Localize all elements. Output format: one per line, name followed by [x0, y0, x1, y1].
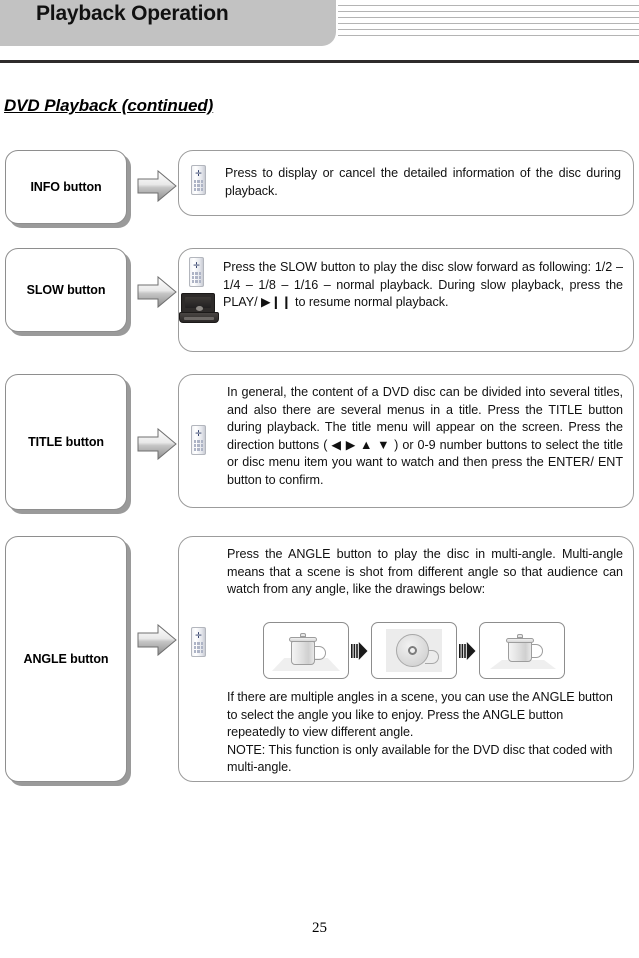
remote-dpad: ✛: [193, 261, 200, 270]
remote-keys: [194, 180, 203, 192]
flow-arrow-icon: [136, 426, 178, 462]
flow-arrow-icon: [136, 274, 178, 310]
flow-arrow-icon: [136, 622, 178, 658]
page-header: Playback Operation: [0, 0, 639, 66]
header-divider-rule: [0, 60, 639, 63]
remote-control-icon: ✛: [191, 425, 206, 455]
desc-text-title: In general, the content of a DVD disc ca…: [227, 385, 623, 487]
section-heading: DVD Playback (continued): [4, 96, 214, 115]
label-text-slow: SLOW button: [26, 283, 106, 297]
drawing-frame-mug-side-view-2: [479, 622, 565, 679]
desc-box-angle: ✛ Press the ANGLE button to play the dis…: [178, 536, 634, 782]
flow-arrow-icon: [136, 168, 178, 204]
remote-keys: [192, 272, 201, 284]
label-text-info: INFO button: [30, 180, 102, 194]
label-text-title: TITLE button: [28, 435, 104, 449]
label-box-title[interactable]: TITLE button: [5, 374, 127, 510]
portable-dvd-player-icon: [179, 293, 219, 325]
desc-text-slow: Press the SLOW button to play the disc s…: [223, 260, 623, 310]
remote-dpad: ✛: [195, 169, 202, 178]
desc-text-angle-bottom: If there are multiple angles in a scene,…: [227, 690, 613, 775]
desc-box-title: ✛ In general, the content of a DVD disc …: [178, 374, 634, 508]
desc-text-angle-top: Press the ANGLE button to play the disc …: [227, 547, 623, 597]
header-decorative-lines: [338, 5, 639, 43]
remote-control-icon: ✛: [191, 165, 206, 195]
remote-control-icon: ✛: [189, 257, 204, 287]
drawing-frame-mug-side-view: [263, 622, 349, 679]
remote-dpad: ✛: [195, 631, 202, 640]
striped-right-arrow-icon: [349, 638, 371, 664]
drawing-frame-mug-top-view: [371, 622, 457, 679]
desc-box-info: ✛ Press to display or cancel the detaile…: [178, 150, 634, 216]
desc-text-info: Press to display or cancel the detailed …: [225, 166, 621, 198]
page-title: Playback Operation: [36, 2, 229, 25]
label-box-info[interactable]: INFO button: [5, 150, 127, 224]
label-box-angle[interactable]: ANGLE button: [5, 536, 127, 782]
striped-right-arrow-icon: [457, 638, 479, 664]
label-text-angle: ANGLE button: [23, 652, 109, 666]
remote-control-icon: ✛: [191, 627, 206, 657]
label-box-slow[interactable]: SLOW button: [5, 248, 127, 332]
remote-dpad: ✛: [195, 429, 202, 438]
remote-keys: [194, 642, 203, 654]
angle-drawings-row: [263, 622, 565, 679]
page-number: 25: [312, 920, 327, 936]
desc-box-slow: ✛ Press the SLOW button to play the disc…: [178, 248, 634, 352]
remote-keys: [194, 440, 203, 452]
